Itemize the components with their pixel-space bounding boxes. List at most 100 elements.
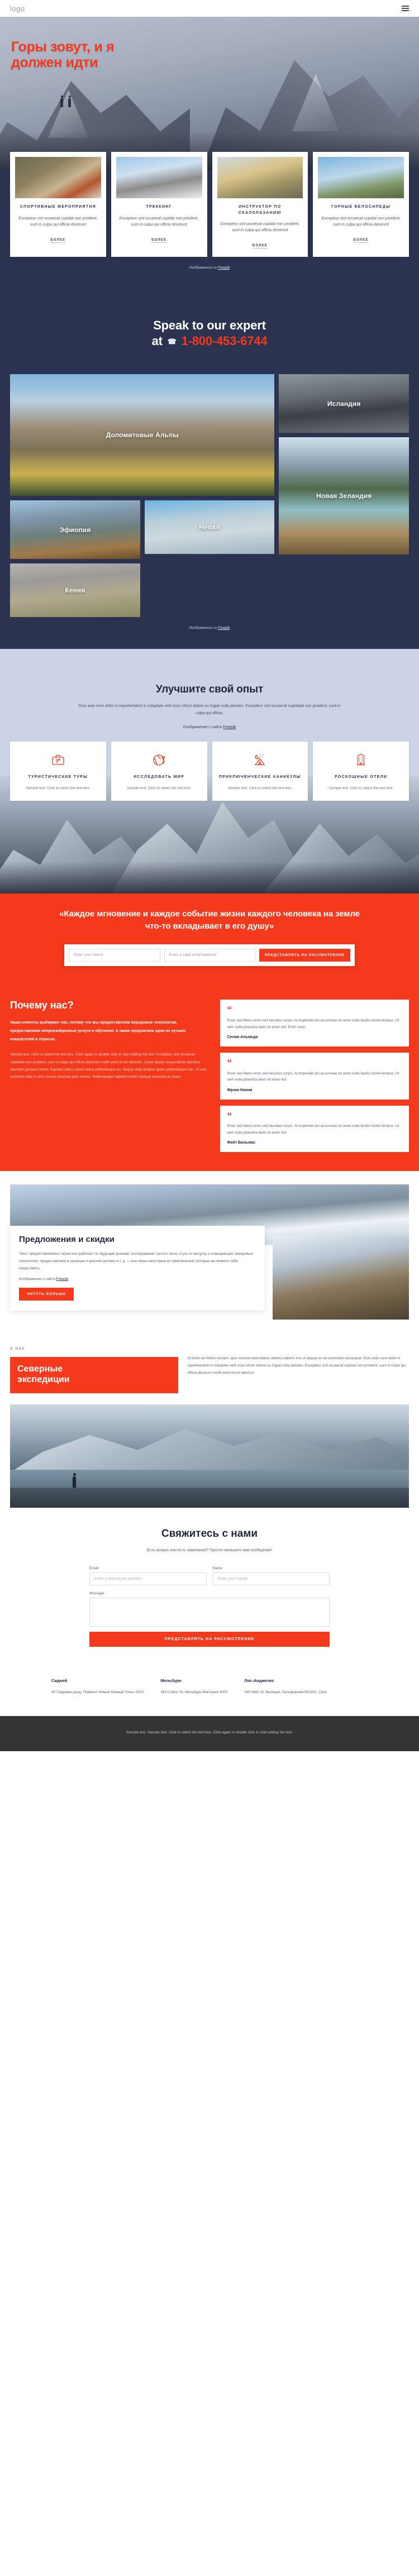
services-image-credit: Изображения из Freepik [0,266,419,270]
contact-form: Email Name Message ПРЕДСТАВЛЯТЬ НА РАССМ… [89,1566,330,1647]
site-logo[interactable]: logo [10,4,25,13]
destination-tile-kenya[interactable]: Кения [10,563,140,618]
page-root: logo Горы зовут, и я должен идти СПОРТИВ… [0,0,419,1751]
hamburger-menu-icon[interactable] [402,6,409,11]
credit-prefix: Изображение с сайта [19,1277,56,1282]
offers-image-credit: Изображение с сайта Freepik [19,1277,256,1281]
service-card-more-link[interactable]: БОЛЕЕ [50,238,66,243]
quote-text: «Каждое мгновение и каждое событие жизни… [59,909,360,931]
contact-field-row: Email Name [89,1566,330,1586]
office-sydney: Сидней 45 Пиррама роад, Пирмонт Новый Юж… [51,1678,144,1696]
feature-card-explore[interactable]: ИССЛЕДОВАТЬ МИР Sample text. Click to se… [111,742,207,801]
globe-pin-icon [116,751,202,770]
expert-heading: Speak to our expert at ☎ 1-800-453-6744 [0,318,419,348]
about-photo-wrap [0,1404,419,1508]
expert-cta-section: Speak to our expert at ☎ 1-800-453-6744 [0,291,419,375]
service-card[interactable]: ИНСТРУКТОР ПО СКАЛОЛАЗАНИЮ Excepteur sin… [212,152,308,257]
service-card-desc: Excepteur sint occaecat cupidat non proi… [321,216,401,227]
service-card-more-link[interactable]: БОЛЕЕ [353,238,369,243]
about-section: О НАС Северные экспедиции Ut enim ad min… [0,1334,419,1393]
offers-read-more-button[interactable]: ЧИТАТЬ БОЛЬШЕ [19,1288,74,1301]
hero-title-line1: Горы зовут, и я [11,39,115,55]
about-photo-peaks [10,1428,409,1473]
feature-card-title: ИССЛЕДОВАТЬ МИР [134,775,184,780]
destination-tile-newzealand[interactable]: Новая Зеландия [279,437,409,555]
service-card[interactable]: СПОРТИВНЫЕ МЕРОПРИЯТИЯ Excepteur sint oc… [10,152,106,257]
contact-title: Свяжитесь с нами [161,1527,258,1540]
destination-tile-dolomites[interactable]: Доломитовые Альпы [10,374,275,496]
lead-email-input[interactable] [164,949,256,962]
contact-name-input[interactable] [212,1573,330,1586]
about-paragraph: Ut enim ad minim veniam, quis nostrud ex… [187,1356,406,1375]
service-card[interactable]: ТРЕККИНГ Excepteur sint occaecat cupidat… [111,152,207,257]
tent-icon [217,751,303,770]
quote-mark-icon: “ [227,1004,232,1015]
service-card-more-link[interactable]: БОЛЕЕ [151,238,167,243]
destination-tile-nepal[interactable]: Непал [144,500,275,555]
why-us-section: Почему нас? Наши клиенты выбирают нас, п… [0,983,419,1172]
office-address: 340 Main St, Венеция, Калифорния 902291,… [244,1690,327,1695]
testimonial-author: Фрэнк Кинни [227,1088,253,1092]
credit-link-freepik[interactable]: Freepik [56,1277,69,1281]
credit-link-freepik[interactable]: Freepik [218,266,230,270]
about-photo [10,1404,409,1508]
lead-name-input[interactable] [69,949,160,962]
gallery-image-credit: Изображения из Freepik [10,626,409,635]
service-card-desc: Excepteur sint occaecat cupidat non proi… [220,222,300,233]
contact-message-input[interactable] [89,1598,330,1627]
service-card[interactable]: ГОРНЫЕ ВЕЛОСИПЕДЫ Excepteur sint occaeca… [313,152,409,257]
credit-prefix: Изображение с сайта [183,725,223,730]
site-footer: Sample text. Sample text. Click to selec… [0,1716,419,1751]
feature-card-desc: Sample text. Click to select the text bo… [328,786,393,791]
about-left-column: О НАС Северные экспедиции [10,1347,179,1393]
offers-content-row: Предложения и скидки Текст предоставляем… [10,1226,409,1320]
about-kicker: О НАС [10,1347,26,1351]
quote-mark-icon: “ [227,1057,232,1068]
about-title-line2: экспедиции [17,1375,70,1385]
credit-link-freepik[interactable]: Freepik [218,626,230,630]
office-address: 163 Collins St, Мельбурн Виктория 3000 [160,1690,228,1695]
contact-submit-button[interactable]: ПРЕДСТАВЛЯТЬ НА РАССМОТРЕНИЕ [89,1632,330,1647]
phone-icon: ☎ [167,337,177,346]
about-right-column: Ut enim ad minim veniam, quis nostrud ex… [187,1347,409,1382]
offers-title-text: Предложения и скидки [19,1235,115,1245]
service-card-image [217,157,303,198]
credit-link-freepik[interactable]: Freepik [223,725,236,729]
site-header: logo [0,0,419,17]
contact-subtitle: Есть вопрос или есть замечания? Просто н… [146,1548,273,1552]
service-card-title: ГОРНЫЕ ВЕЛОСИПЕДЫ [331,205,391,209]
offers-title: Предложения и скидки [19,1235,256,1245]
quote-cta-section: «Каждое мгновение и каждое событие жизни… [0,893,419,983]
offers-side-image [272,1236,409,1320]
destinations-grid: Доломитовые Альпы Исландия Эфиопия Новая… [10,374,409,618]
destination-label: Новая Зеландия [316,492,372,500]
feature-card-hotels[interactable]: РОСКОШНЫЕ ОТЕЛИ Sample text. Click to se… [313,742,409,801]
improve-title: Улучшите свой опыт [155,684,264,696]
contact-email-input[interactable] [89,1573,207,1586]
feature-card-title: ПРИКЛЮЧЕНЧЕСКИЕ КАНИКУЛЫ [218,775,301,780]
contact-email-field: Email [89,1566,207,1586]
service-card-more-link[interactable]: БОЛЕЕ [252,244,268,249]
testimonial-card: “ Proin sed libero enim sed faucibus tur… [220,1105,409,1153]
testimonial-text: Proin sed libero enim sed faucibus turpi… [227,1019,399,1029]
office-city: Мельбурн [160,1678,182,1684]
testimonial-author: Фейт Вильямс [227,1141,256,1145]
lead-submit-button[interactable]: ПРЕДСТАВЛЯТЬ НА РАССМОТРЕНИЕ [259,949,351,962]
footer-text: Sample text. Sample text. Click to selec… [126,1731,293,1735]
feature-card-tours[interactable]: ТУРИСТИЧЕСКИЕ ТУРЫ Sample text. Click to… [10,742,106,801]
destination-label: Кения [65,586,85,595]
offers-body: Текст предоставляемых горам или работает… [19,1252,253,1270]
improve-lead-text: Duis aute irure dolor in reprehenderit i… [78,704,341,716]
why-us-body: Sample text. Click to select the text bo… [10,1053,206,1079]
feature-card-adventure[interactable]: ПРИКЛЮЧЕНЧЕСКИЕ КАНИКУЛЫ Sample text. Cl… [212,742,308,801]
credit-prefix: Изображения из [189,626,218,630]
destination-label: Доломитовые Альпы [106,431,179,439]
expert-phone-number[interactable]: 1-800-453-6744 [182,334,268,348]
office-address: 45 Пиррама роад, Пирмонт Новый Южный Уэл… [51,1690,144,1695]
feature-card-title: ТУРИСТИЧЕСКИЕ ТУРЫ [28,775,88,780]
credit-prefix: Изображения из [189,266,218,270]
destination-tile-ethiopia[interactable]: Эфиопия [10,500,140,560]
destination-tile-iceland[interactable]: Исландия [279,374,409,433]
contact-name-label: Name [212,1566,222,1571]
office-city: Сидней [51,1678,68,1684]
